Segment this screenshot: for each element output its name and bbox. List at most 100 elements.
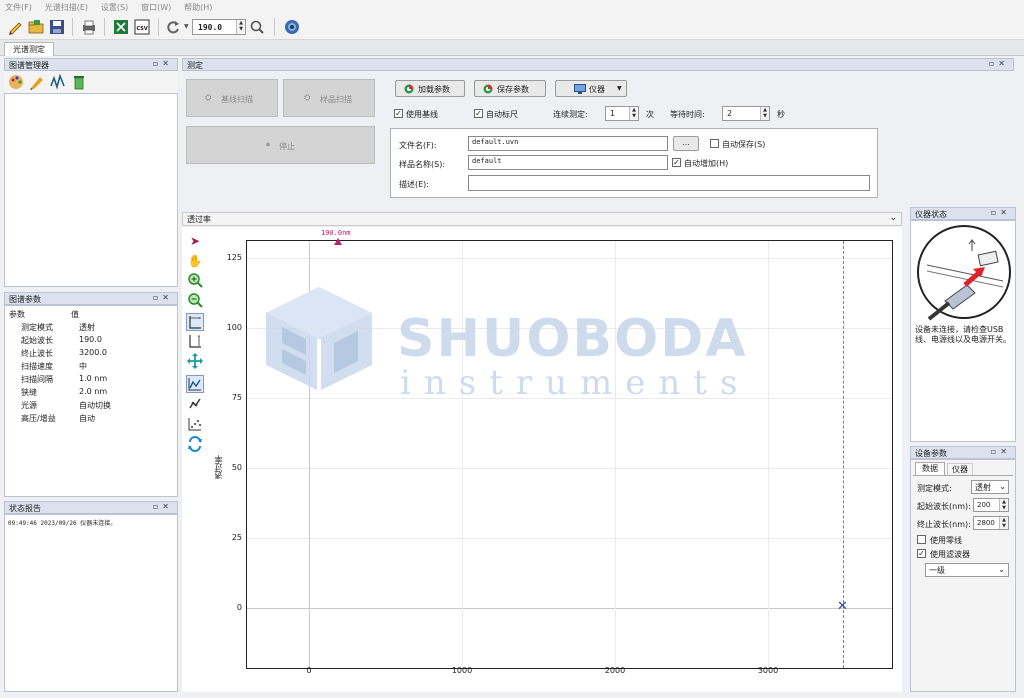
x-tick-label: 0: [306, 666, 312, 675]
end-wavelength-spinbox[interactable]: 2800 ▲ ▼: [973, 516, 1009, 530]
y-axis-label: 透过率: [214, 455, 223, 479]
scatter-plot-icon[interactable]: [186, 416, 204, 434]
filename-input[interactable]: default.uvn: [468, 136, 668, 151]
panel-float-close-icon[interactable]: ▫✕: [153, 502, 173, 511]
about-icon[interactable]: [283, 18, 301, 36]
load-params-button[interactable]: 加载参数: [395, 80, 465, 97]
spectrum-params-table: 参数 值 测定模式 透射 起始波长 190.0 终止波长 3200.0 扫描速度中 扫…: [4, 305, 178, 497]
palette-icon[interactable]: [8, 74, 24, 93]
spin-arrows[interactable]: ▲ ▼: [760, 107, 769, 120]
tab-spectrum-measure[interactable]: 光谱测定: [4, 42, 54, 56]
wavelength-value: 190.0: [198, 23, 223, 32]
scan-icon: ⛭: [205, 93, 212, 102]
status-report-title: 状态报告: [9, 504, 41, 513]
y-tick-label: 125: [226, 253, 242, 262]
goto-wavelength-icon[interactable]: [248, 18, 266, 36]
chevron-down-icon: ⌄: [998, 565, 1005, 574]
peak-detect-icon[interactable]: [50, 73, 66, 93]
spin-arrows[interactable]: ▲ ▼: [999, 517, 1008, 529]
log-line: 09:49:46 2023/09/26 仪器未连接。: [8, 520, 117, 527]
panel-float-close-icon[interactable]: ▫✕: [991, 447, 1011, 456]
zoom-out-icon[interactable]: [186, 292, 204, 310]
start-wavelength-spinbox[interactable]: 200 ▲ ▼: [973, 498, 1009, 512]
plot-title: 透过率: [187, 215, 211, 224]
save-icon[interactable]: [48, 18, 66, 36]
zoom-y-icon[interactable]: [186, 333, 204, 351]
continuous-count-spinbox[interactable]: 1 ▲ ▼: [605, 106, 639, 121]
print-icon[interactable]: [80, 18, 98, 36]
menu-settings[interactable]: 设置(S): [96, 0, 133, 15]
device-params-title: 设备参数: [915, 449, 947, 458]
menu-bar: 文件(F) 光谱扫描(E) 设置(S) 窗口(W) 帮助(H): [0, 0, 1024, 14]
description-input[interactable]: [468, 175, 870, 191]
stop-button[interactable]: ⏺ 停止: [186, 126, 375, 164]
spin-arrows[interactable]: ▲ ▼: [999, 499, 1008, 511]
delete-trash-icon[interactable]: [71, 74, 87, 93]
spectrum-manager-list[interactable]: [4, 93, 178, 287]
line-plot-icon[interactable]: [186, 375, 204, 393]
use-baseline-checkbox[interactable]: ✓: [394, 109, 403, 118]
dropdown-arrow-icon[interactable]: ▼: [184, 23, 189, 30]
menu-window[interactable]: 窗口(W): [136, 0, 176, 15]
panel-float-close-icon[interactable]: ▫✕: [991, 208, 1011, 217]
export-csv-icon[interactable]: CSV: [133, 18, 151, 36]
x-tick-label: 2000: [604, 666, 626, 675]
dropdown-arrow-icon: ▼: [617, 85, 622, 92]
chevron-down-icon[interactable]: ⌄: [889, 213, 897, 223]
menu-help[interactable]: 帮助(H): [179, 0, 217, 15]
swap-arrows-icon[interactable]: [186, 436, 204, 454]
zoom-x-icon[interactable]: [186, 313, 204, 331]
panel-float-close-icon[interactable]: ▫✕: [153, 59, 173, 68]
plot-header: 透过率 ⌄: [182, 212, 902, 226]
open-folder-icon[interactable]: [27, 18, 45, 36]
zoom-in-icon[interactable]: [186, 272, 204, 290]
measure-mode-select[interactable]: 透射 ⌄: [971, 480, 1009, 494]
baseline-scan-button[interactable]: ⛭ 基线扫描: [186, 79, 278, 117]
move-arrows-icon[interactable]: [186, 353, 204, 371]
spectrum-manager-toolbar: [4, 71, 178, 93]
use-zero-checkbox[interactable]: [917, 535, 926, 544]
sample-scan-button[interactable]: ⛭ 样品扫描: [283, 79, 375, 117]
usb-unplugged-icon: [915, 223, 1013, 324]
spin-arrows[interactable]: ▲ ▼: [629, 107, 638, 120]
tab-data[interactable]: 数据: [915, 462, 945, 475]
panel-float-close-icon[interactable]: ▫✕: [989, 59, 1009, 68]
chevron-down-icon: ⌄: [999, 482, 1006, 491]
auto-save-checkbox[interactable]: [710, 139, 719, 148]
document-tab-bar: 光谱测定: [0, 40, 1024, 56]
instrument-status-body: 设备未连接，请检查USB线、电源线以及电源开关。: [910, 220, 1016, 442]
edit-pencil-icon[interactable]: [29, 74, 45, 93]
save-params-button[interactable]: 保存参数: [474, 80, 546, 97]
spin-arrows[interactable]: ▲ ▼: [236, 20, 245, 34]
filter-level-select[interactable]: 一级 ⌄: [925, 563, 1009, 577]
refresh-icon[interactable]: [164, 18, 182, 36]
y-tick-label: 75: [231, 393, 242, 402]
wavelength-spinbox[interactable]: 190.0 ▲ ▼: [192, 19, 246, 35]
x-tick-label: 3000: [757, 666, 779, 675]
watermark-sub: instruments: [400, 363, 751, 403]
line-points-icon[interactable]: [186, 396, 204, 414]
cursor-arrow-icon[interactable]: ➤: [186, 232, 204, 250]
use-filter-checkbox[interactable]: ✓: [917, 549, 926, 558]
export-excel-icon[interactable]: [112, 18, 130, 36]
wavelength-marker[interactable]: [334, 238, 342, 245]
y-tick-label: 25: [231, 533, 242, 542]
auto-increment-checkbox[interactable]: ✓: [672, 158, 681, 167]
watermark-main: SHUOBODA: [397, 309, 748, 369]
svg-text:CSV: CSV: [137, 26, 148, 32]
wait-time-spinbox[interactable]: 2 ▲ ▼: [722, 106, 770, 121]
new-icon[interactable]: [6, 18, 24, 36]
wavelength-marker-label: 190.0nm: [321, 229, 351, 237]
spectrum-manager-header: 图谱管理器 ▫✕: [4, 58, 178, 71]
menu-file[interactable]: 文件(F): [0, 0, 37, 15]
y-tick-label: 0: [236, 603, 242, 612]
tab-instrument[interactable]: 仪器: [947, 463, 973, 475]
pan-hand-icon[interactable]: ✋: [186, 252, 204, 270]
instrument-button[interactable]: 仪器 ▼: [555, 80, 627, 97]
sample-name-input[interactable]: default: [468, 155, 668, 170]
menu-spectrum-scan[interactable]: 光谱扫描(E): [40, 0, 93, 15]
panel-float-close-icon[interactable]: ▫✕: [153, 293, 173, 302]
monitor-icon: [574, 84, 586, 96]
auto-scale-checkbox[interactable]: ✓: [474, 109, 483, 118]
browse-button[interactable]: ...: [673, 136, 699, 151]
